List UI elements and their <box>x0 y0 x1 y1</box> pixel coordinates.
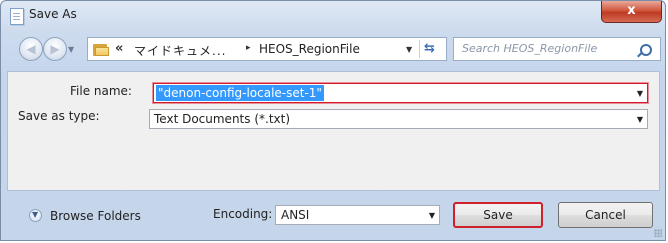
file-name-field[interactable]: "denon-config-locale-set-1" ▼ <box>152 82 649 104</box>
breadcrumb-heos-regionfile[interactable]: HEOS_RegionFile <box>259 42 360 56</box>
save-form: File name: "denon-config-locale-set-1" ▼… <box>7 71 660 191</box>
encoding-select[interactable]: ANSI ▼ <box>275 205 440 225</box>
breadcrumb-my-documents[interactable]: マイドキュメ... <box>134 42 226 59</box>
back-button[interactable]: ◀ <box>19 37 43 61</box>
back-arrow-icon: ◀ <box>26 42 36 56</box>
address-bar[interactable]: « マイドキュメ... ▸ HEOS_RegionFile ▼ ⇆ <box>87 37 447 61</box>
search-input[interactable]: Search HEOS_RegionFile <box>462 42 597 55</box>
encoding-dropdown-icon[interactable]: ▼ <box>429 211 435 220</box>
save-type-select[interactable]: Text Documents (*.txt) ▼ <box>149 109 648 129</box>
chevron-down-icon: ▼ <box>32 210 39 219</box>
search-box[interactable]: Search HEOS_RegionFile <box>453 37 661 61</box>
file-name-selected-text[interactable]: "denon-config-locale-set-1" <box>156 85 324 101</box>
forward-arrow-icon: ▶ <box>50 42 60 56</box>
refresh-icon[interactable]: ⇆ <box>424 41 435 56</box>
address-divider <box>419 40 420 58</box>
document-icon <box>10 8 24 25</box>
address-dropdown-icon[interactable]: ▼ <box>406 45 412 54</box>
search-icon[interactable] <box>640 44 652 56</box>
save-type-label: Save as type: <box>18 109 100 123</box>
resize-grip[interactable] <box>654 229 662 237</box>
encoding-value: ANSI <box>281 208 310 222</box>
folder-icon <box>93 43 109 56</box>
save-type-dropdown-icon[interactable]: ▼ <box>637 115 643 124</box>
cancel-button[interactable]: Cancel <box>558 202 653 228</box>
file-name-label: File name: <box>70 84 132 98</box>
save-button[interactable]: Save <box>453 202 543 228</box>
forward-button[interactable]: ▶ <box>43 37 67 61</box>
recent-locations-dropdown[interactable]: ▼ <box>68 45 74 54</box>
close-button[interactable]: x <box>601 1 662 23</box>
encoding-label: Encoding: <box>213 207 273 221</box>
browse-folders-toggle[interactable]: ▼ <box>29 209 42 222</box>
file-name-dropdown-icon[interactable]: ▼ <box>637 89 643 98</box>
save-type-value: Text Documents (*.txt) <box>154 112 291 126</box>
save-as-dialog: Save As x ◀ ▶ ▼ « マイドキュメ... ▸ HEOS_Regio… <box>0 0 666 241</box>
address-overflow[interactable]: « <box>115 41 123 56</box>
window-title: Save As <box>29 7 77 21</box>
browse-folders-label[interactable]: Browse Folders <box>50 209 141 223</box>
breadcrumb-separator-icon[interactable]: ▸ <box>246 43 251 53</box>
